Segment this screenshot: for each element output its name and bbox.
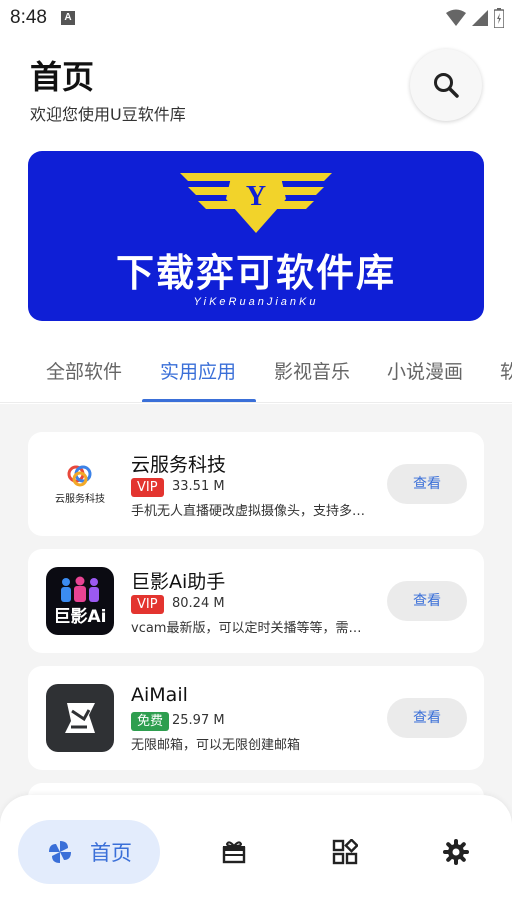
nav-home-label: 首页	[90, 841, 132, 865]
tab-active-indicator	[142, 399, 256, 402]
search-icon	[434, 73, 459, 98]
free-badge: 免费	[131, 712, 170, 731]
app-name: AiMail	[131, 684, 188, 706]
app-size: 80.24 M	[172, 596, 225, 611]
category-tabs: 全部软件 实用应用 影视音乐 小说漫画 软	[0, 345, 512, 403]
banner-title: 下载弈可软件库	[115, 251, 396, 295]
app-name: 巨影Ai助手	[131, 571, 226, 593]
bottom-navigation: 首页	[0, 795, 512, 910]
tab-utility-apps[interactable]: 实用应用	[160, 357, 236, 384]
aimail-logo-icon	[65, 703, 95, 733]
nav-settings-button[interactable]	[443, 839, 469, 865]
app-description: 手机无人直播硬改虚拟摄像头，支持多…	[131, 504, 366, 519]
app-icon-aimail	[46, 684, 114, 752]
app-description: vcam最新版，可以定时关播等等，需…	[131, 621, 362, 636]
app-icon-juying-ai: 巨影Ai	[46, 567, 114, 635]
battery-icon	[494, 8, 504, 28]
tab-video-music[interactable]: 影视音乐	[274, 357, 350, 384]
view-button[interactable]: 查看	[387, 698, 467, 738]
vip-badge: VIP	[131, 478, 164, 497]
view-button[interactable]: 查看	[387, 581, 467, 621]
nav-gift-button[interactable]	[221, 839, 247, 865]
pinwheel-icon	[49, 841, 71, 863]
app-icon-label: 云服务科技	[55, 493, 105, 505]
people-silhouette-icon	[61, 576, 99, 602]
app-icon-label: 巨影Ai	[53, 606, 107, 627]
status-indicators	[446, 8, 504, 28]
app-icon-cloud-service: 云服务科技	[46, 450, 114, 518]
app-size: 25.97 M	[172, 713, 225, 728]
cloud-service-logo-icon	[67, 465, 92, 486]
tab-novel-comics[interactable]: 小说漫画	[387, 357, 463, 384]
page-title: 首页	[30, 58, 95, 96]
search-button[interactable]	[410, 49, 482, 121]
list-item[interactable]: AiMail 免费 25.97 M 无限邮箱，可以无限创建邮箱 查看	[28, 666, 484, 770]
notification-app-icon: A	[60, 11, 75, 25]
app-description: 无限邮箱，可以无限创建邮箱	[131, 738, 301, 753]
nav-home-button[interactable]: 首页	[18, 820, 160, 884]
vip-badge: VIP	[131, 595, 164, 614]
nav-apps-button[interactable]	[332, 839, 358, 865]
apps-grid-icon	[332, 839, 358, 865]
svg-text:Y: Y	[246, 181, 266, 212]
list-item[interactable]: 云服务科技 云服务科技 VIP 33.51 M 手机无人直播硬改虚拟摄像头，支持…	[28, 432, 484, 536]
tab-more[interactable]: 软	[500, 357, 512, 384]
gift-icon	[222, 841, 246, 864]
wings-emblem-icon: Y	[180, 173, 332, 233]
app-size: 33.51 M	[172, 479, 225, 494]
list-item[interactable]: 巨影Ai 巨影Ai助手 VIP 80.24 M vcam最新版，可以定时关播等等…	[28, 549, 484, 653]
page-subtitle: 欢迎您使用U豆软件库	[30, 105, 186, 124]
view-button[interactable]: 查看	[387, 464, 467, 504]
settings-gear-icon	[443, 839, 469, 865]
wifi-icon	[446, 9, 466, 26]
signal-icon	[472, 10, 488, 26]
tab-all-software[interactable]: 全部软件	[46, 357, 122, 384]
banner-subtitle: YiKeRuanJianKu	[193, 296, 319, 308]
app-name: 云服务科技	[131, 454, 227, 476]
status-bar: 8:48 A	[0, 0, 512, 36]
status-time: 8:48	[10, 7, 47, 28]
